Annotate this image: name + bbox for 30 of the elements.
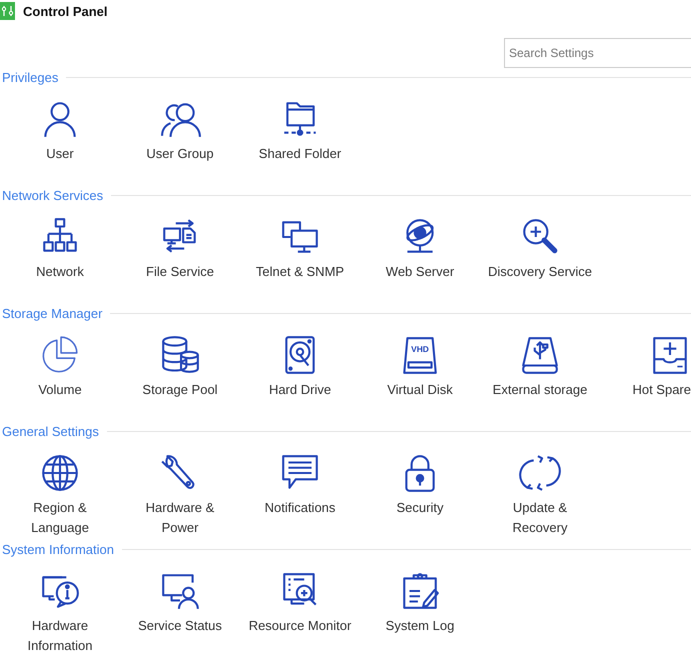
settings-item[interactable]: Network [0,204,120,282]
settings-item[interactable]: Update & Recovery [480,440,600,538]
section-heading: Privileges [1,70,58,84]
settings-item[interactable]: Notifications [240,440,360,538]
search-field[interactable]: Search Settings [504,38,691,68]
settings-item[interactable]: Hot Spare [600,322,691,400]
settings-item[interactable]: Storage Pool [120,322,240,400]
section-heading: Network Services [1,188,104,202]
settings-item[interactable]: External storage [480,322,600,400]
settings-item[interactable]: Telnet & SNMP [240,204,360,282]
settings-item[interactable]: VHD Virtual Disk [360,322,480,400]
settings-item[interactable]: User [0,86,120,164]
settings-item[interactable]: Hard Drive [240,322,360,400]
section-heading: Storage Manager [1,306,102,320]
section-heading: General Settings [1,424,99,438]
window-title: Control Panel [23,4,108,18]
settings-item[interactable]: User Group [120,86,240,164]
settings-item[interactable]: Volume [0,322,120,400]
settings-item[interactable]: Discovery Service [480,204,600,282]
settings-item[interactable]: Region & Language [0,440,120,538]
settings-item[interactable]: Hardware Information [0,558,120,656]
settings-item[interactable]: Hardware & Power [120,440,240,538]
settings-item[interactable]: Shared Folder [240,86,360,164]
settings-item[interactable]: File Service [120,204,240,282]
settings-item[interactable]: Resource Monitor [240,558,360,656]
settings-item[interactable]: Security [360,440,480,538]
settings-item[interactable]: System Log [360,558,480,656]
settings-item[interactable]: Service Status [120,558,240,656]
settings-item[interactable]: Web Server [360,204,480,282]
section-heading: System Information [1,542,114,556]
